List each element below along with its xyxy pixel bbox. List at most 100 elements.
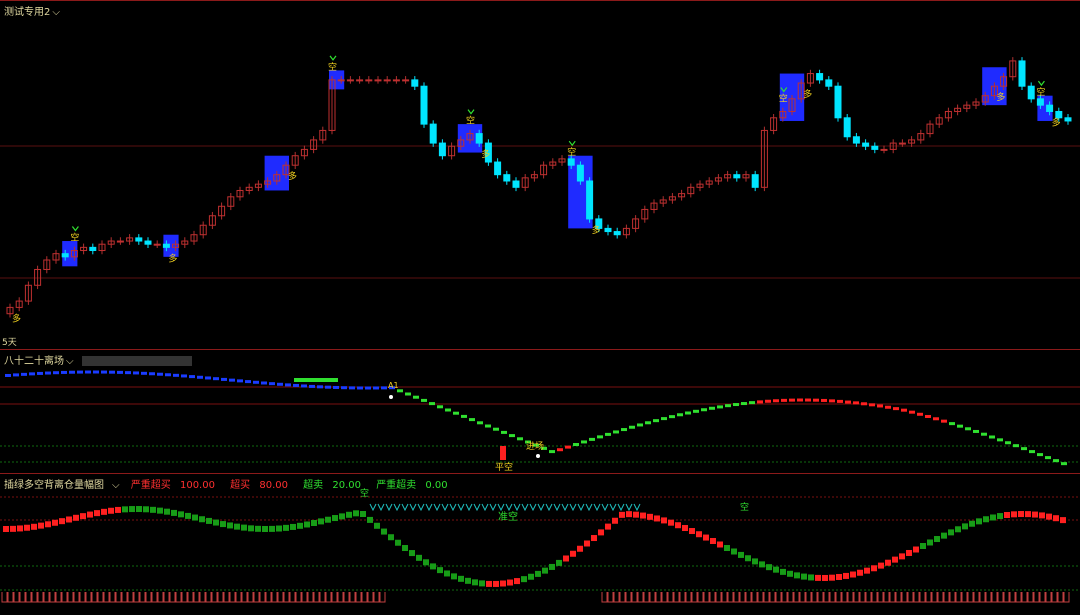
- eighty-twenty-panel[interactable]: 八十二十离场 ⌵ 平空 进场 A1: [0, 350, 1080, 474]
- bracket-mark: [175, 592, 182, 603]
- histogram-bar: [857, 569, 863, 576]
- histogram-bar: [892, 556, 898, 563]
- bracket-mark: [907, 592, 914, 603]
- histogram-bar: [878, 562, 884, 569]
- histogram-bar: [1018, 511, 1024, 518]
- candle: [135, 237, 143, 242]
- histogram-bar: [815, 574, 821, 581]
- oscillator-segment: [469, 418, 475, 422]
- candle: [862, 142, 870, 147]
- bracket-mark: [145, 592, 152, 603]
- histogram-bar: [689, 528, 695, 535]
- bracket-mark: [13, 592, 20, 603]
- bracket-mark: [1027, 592, 1034, 603]
- oscillator-segment: [437, 405, 443, 409]
- bracket-mark: [661, 592, 668, 603]
- chevron-down-icon[interactable]: ⌵: [112, 480, 120, 491]
- oscillator-segment: [461, 414, 467, 418]
- sell-signal-label: 空: [567, 146, 576, 158]
- candle: [411, 79, 419, 87]
- histogram-bar: [598, 529, 604, 536]
- histogram-bar: [192, 514, 198, 521]
- bracket-mark: [379, 592, 386, 603]
- oscillator-segment: [757, 400, 763, 404]
- candle: [337, 79, 345, 82]
- oscillator-segment: [117, 370, 123, 374]
- oscillator-segment: [285, 383, 291, 387]
- chevron-down-icon[interactable]: ⌵: [52, 7, 60, 18]
- candle: [383, 79, 391, 82]
- histogram-bar: [325, 516, 331, 523]
- bracket-mark: [973, 592, 980, 603]
- oscillator-segment: [85, 370, 91, 374]
- bracket-mark: [211, 592, 218, 603]
- histogram-bar: [185, 512, 191, 519]
- bracket-mark: [79, 592, 86, 603]
- candle: [144, 240, 152, 245]
- divergence-panel[interactable]: 插绿多空背离仓量幅图 ⌵ 严重超买 100.00 超买 80.00 超卖 20.0…: [0, 474, 1080, 615]
- histogram-chart[interactable]: 空准空空: [0, 474, 1080, 615]
- histogram-bar: [731, 548, 737, 555]
- bracket-mark: [967, 592, 974, 603]
- histogram-bar: [52, 519, 58, 526]
- redacted-block: [81, 356, 192, 366]
- candlestick-chart[interactable]: 多多多多多多 多多空空空空空空: [0, 1, 1080, 350]
- histogram-bar: [136, 506, 142, 513]
- oscillator-segment: [829, 399, 835, 403]
- histogram-bar: [255, 525, 261, 532]
- main-panel-title[interactable]: 测试专用2 ⌵: [4, 3, 60, 18]
- bracket-mark: [739, 592, 746, 603]
- oscillator-segment: [573, 443, 579, 447]
- oscillator-segment: [157, 372, 163, 376]
- bracket-mark: [643, 592, 650, 603]
- bracket-mark: [877, 592, 884, 603]
- mid-panel-title[interactable]: 八十二十离场 ⌵: [4, 352, 192, 367]
- legend-item: 超买 80.00: [230, 480, 288, 491]
- main-price-panel[interactable]: 测试专用2 ⌵ 多多多多多多多多空空空空空空 5天: [0, 0, 1080, 350]
- bracket-mark: [307, 592, 314, 603]
- oscillator-segment: [605, 432, 611, 436]
- oscillator-segment: [277, 382, 283, 386]
- histogram-bar: [899, 553, 905, 560]
- bracket-mark: [805, 592, 812, 603]
- histogram-bar: [479, 580, 485, 587]
- cyan-mark: [537, 503, 545, 512]
- candle: [613, 231, 621, 236]
- candle: [356, 79, 364, 82]
- oscillator-segment: [149, 372, 155, 376]
- sell-signal-label: 空: [1036, 86, 1045, 98]
- oscillator-segment: [925, 414, 931, 418]
- candle: [374, 79, 382, 82]
- oscillator-segment: [565, 445, 571, 449]
- bracket-mark: [991, 592, 998, 603]
- cyan-mark: [569, 503, 577, 512]
- oscillator-segment: [133, 371, 139, 375]
- candle: [420, 85, 428, 125]
- histogram-bar: [780, 568, 786, 575]
- histogram-bar: [521, 576, 527, 583]
- histogram-bar: [1039, 512, 1045, 519]
- bracket-mark: [823, 592, 830, 603]
- bracket-mark: [613, 592, 620, 603]
- oscillator-segment: [725, 404, 731, 408]
- histogram-bar: [738, 551, 744, 558]
- candle: [1018, 60, 1026, 87]
- oscillator-segment: [701, 408, 707, 412]
- bracket-mark: [325, 592, 332, 603]
- exit-label: 平空: [495, 461, 513, 473]
- oscillator-segment: [669, 415, 675, 419]
- bracket-mark: [217, 592, 224, 603]
- candle: [153, 243, 161, 246]
- oscillator-segment: [213, 377, 219, 381]
- oscillator-chart[interactable]: 平空 进场 A1: [0, 350, 1080, 474]
- candle: [751, 174, 759, 188]
- cyan-mark: [505, 503, 513, 512]
- low-panel-title[interactable]: 插绿多空背离仓量幅图 ⌵ 严重超买 100.00 超买 80.00 超卖 20.0…: [4, 476, 460, 491]
- bracket-mark: [985, 592, 992, 603]
- oscillator-segment: [325, 385, 331, 389]
- histogram-bar: [10, 525, 16, 532]
- chevron-down-icon[interactable]: ⌵: [66, 356, 74, 367]
- arrow-down-icon: [1037, 80, 1045, 87]
- histogram-bar: [129, 506, 135, 513]
- histogram-bar: [1004, 512, 1010, 519]
